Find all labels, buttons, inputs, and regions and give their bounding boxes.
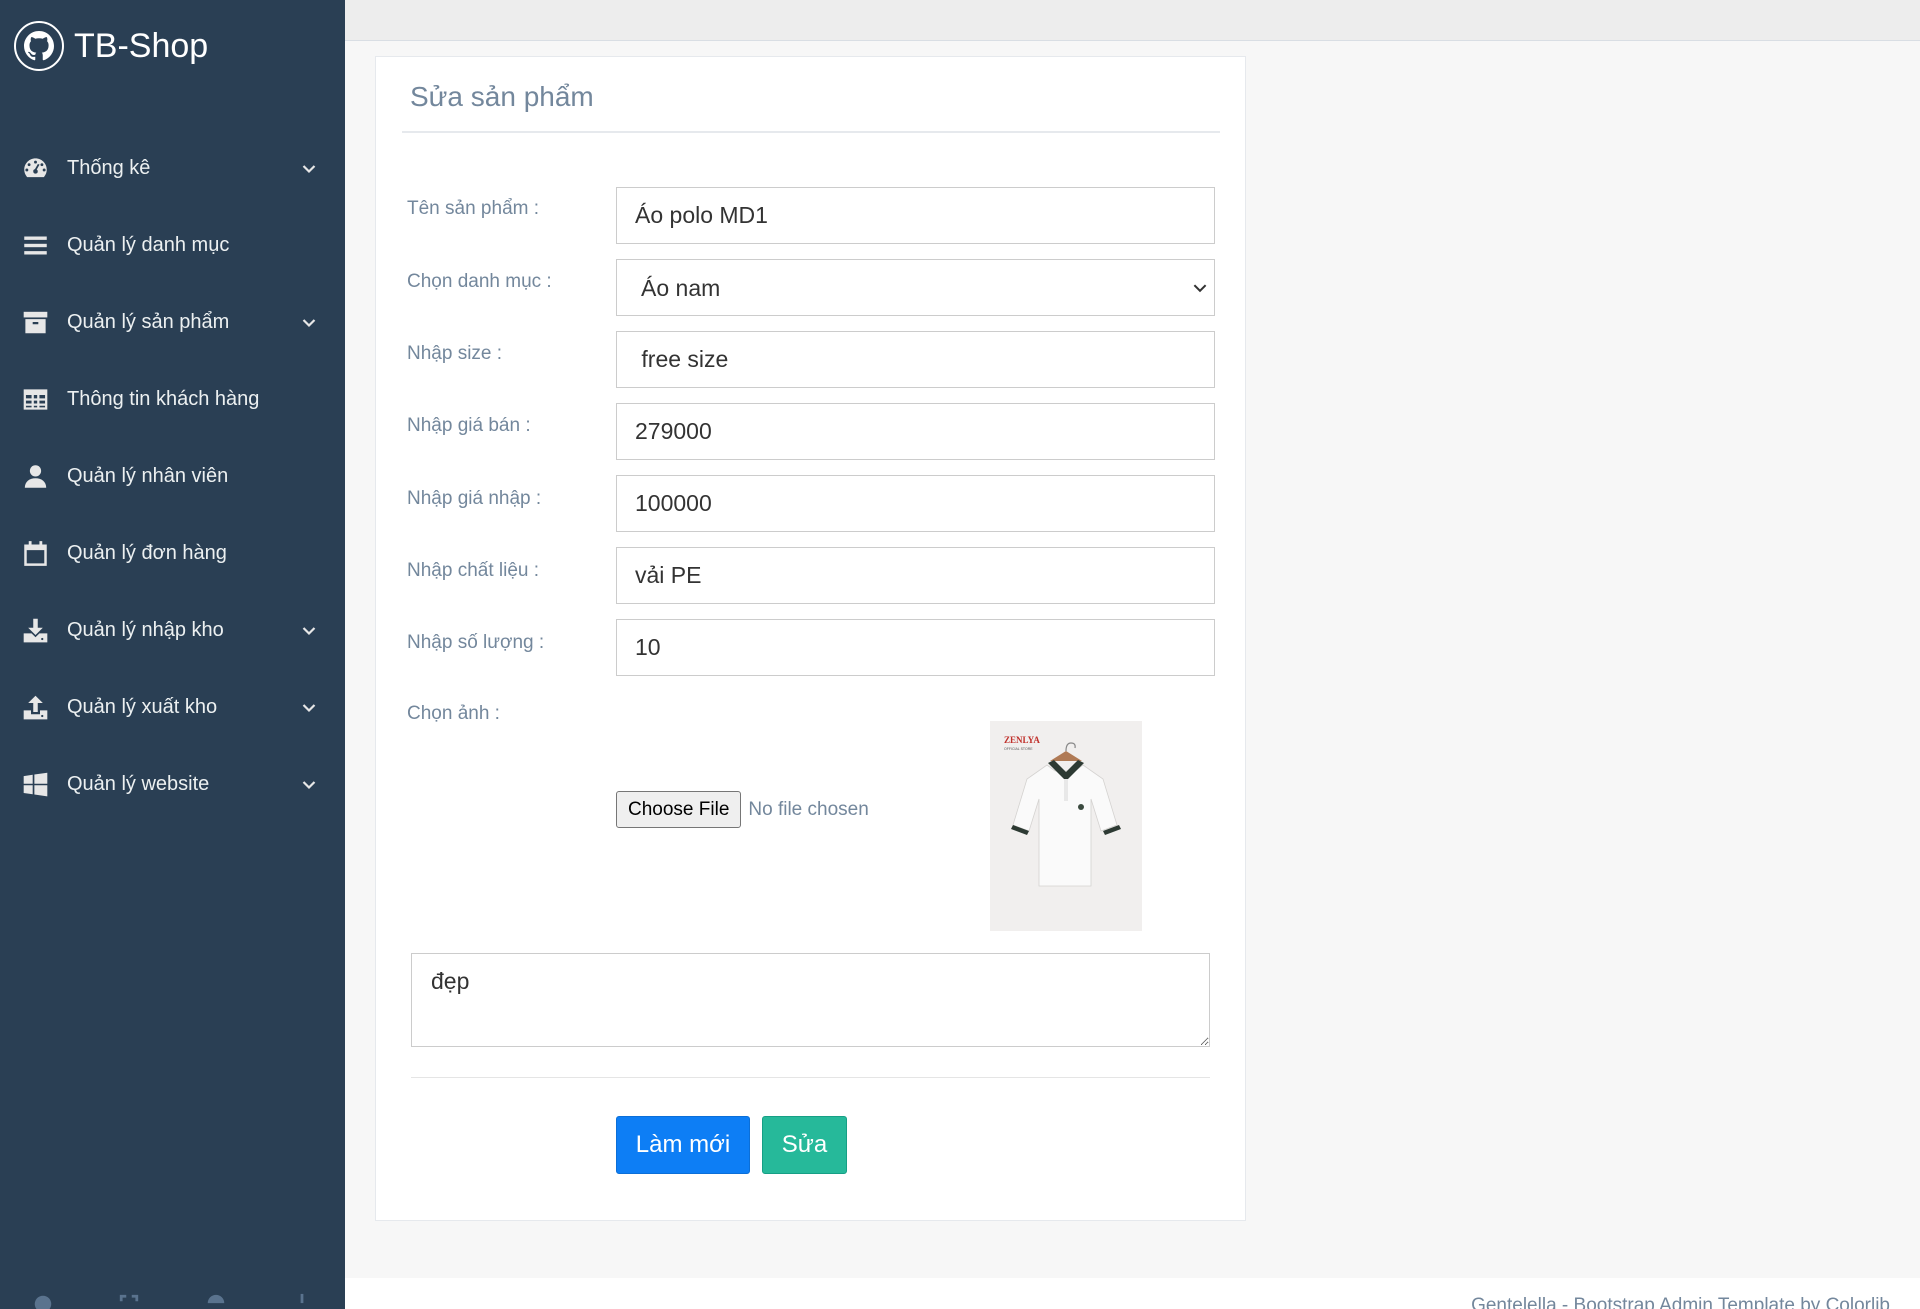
fullscreen-icon[interactable]: [86, 1287, 172, 1309]
sidebar-menu: Thống kê Quản lý danh mục Quản lý sản ph…: [0, 130, 345, 823]
category-select[interactable]: Áo nam: [616, 259, 1215, 316]
save-button[interactable]: Sửa: [762, 1116, 847, 1174]
footer: Gentelella - Bootstrap Admin Template by…: [345, 1278, 1920, 1309]
product-image-preview: ZENLYA OFFICIAL STORE: [990, 721, 1142, 931]
sidebar-item-label: Quản lý nhân viên: [67, 465, 229, 487]
sidebar-item-san-pham[interactable]: Quản lý sản phẩm: [0, 284, 345, 361]
calendar-icon: [20, 539, 50, 569]
price-label: Nhập giá bán :: [407, 415, 531, 436]
cost-input[interactable]: [616, 475, 1215, 532]
page-title: Sửa sản phẩm: [410, 81, 594, 112]
chevron-down-icon: [301, 700, 317, 716]
sidebar-footer: [0, 1287, 345, 1309]
cost-label: Nhập giá nhập :: [407, 488, 542, 509]
choose-file-button[interactable]: Choose File: [616, 791, 742, 828]
thumb-subtext: OFFICIAL STORE: [1004, 747, 1033, 751]
description-textarea[interactable]: đẹp: [411, 953, 1210, 1047]
sidebar-item-label: Quản lý nhập kho: [67, 619, 224, 641]
footer-credit[interactable]: Gentelella - Bootstrap Admin Template by…: [1471, 1295, 1890, 1309]
form-divider: [411, 1077, 1210, 1078]
brand[interactable]: TB-Shop: [14, 19, 208, 73]
material-input[interactable]: [616, 547, 1215, 604]
windows-icon: [20, 770, 50, 800]
sidebar-item-don-hang[interactable]: Quản lý đơn hàng: [0, 515, 345, 592]
user-icon: [20, 462, 50, 492]
quantity-input[interactable]: [616, 619, 1215, 676]
sidebar-item-label: Quản lý danh mục: [67, 234, 230, 256]
upload-icon: [20, 693, 50, 723]
sidebar-item-label: Quản lý website: [67, 773, 210, 795]
edit-product-panel: Sửa sản phẩm Tên sản phẩm : Chọn danh mụ…: [375, 56, 1246, 1221]
sidebar-item-label: Thông tin khách hàng: [67, 388, 260, 410]
sidebar-item-label: Thống kê: [67, 157, 151, 179]
sidebar-item-nhan-vien[interactable]: Quản lý nhân viên: [0, 438, 345, 515]
size-input[interactable]: [616, 331, 1215, 388]
chevron-down-icon: [301, 623, 317, 639]
sidebar-item-label: Quản lý xuất kho: [67, 696, 218, 718]
sidebar-item-xuat-kho[interactable]: Quản lý xuất kho: [0, 669, 345, 746]
top-nav: [345, 0, 1920, 41]
category-label: Chọn danh mục :: [407, 271, 552, 292]
name-label: Tên sản phẩm :: [407, 198, 540, 219]
github-icon: [14, 21, 64, 71]
title-divider: [402, 131, 1220, 133]
price-input[interactable]: [616, 403, 1215, 460]
brand-title: TB-Shop: [74, 26, 209, 65]
settings-icon[interactable]: [0, 1287, 86, 1309]
sidebar-item-khach-hang[interactable]: Thông tin khách hàng: [0, 361, 345, 438]
download-icon: [20, 616, 50, 646]
sidebar-item-danh-muc[interactable]: Quản lý danh mục: [0, 207, 345, 284]
file-status: No file chosen: [748, 798, 869, 820]
sidebar: TB-Shop Thống kê Quản lý danh mục Quản l…: [0, 0, 345, 1309]
chevron-down-icon: [301, 161, 317, 177]
sidebar-item-thong-ke[interactable]: Thống kê: [0, 130, 345, 207]
material-label: Nhập chất liệu :: [407, 560, 540, 581]
quantity-label: Nhập số lượng :: [407, 632, 545, 653]
reset-button[interactable]: Làm mới: [616, 1116, 750, 1174]
size-label: Nhập size :: [407, 343, 503, 364]
power-icon[interactable]: [259, 1287, 345, 1309]
table-icon: [20, 385, 50, 415]
lock-icon[interactable]: [173, 1287, 259, 1309]
dashboard-icon: [20, 154, 50, 184]
chevron-down-icon: [301, 315, 317, 331]
chevron-down-icon: [301, 777, 317, 793]
file-upload: Choose File No file chosen: [616, 791, 869, 828]
thumb-brand-text: ZENLYA: [1004, 735, 1040, 745]
product-name-input[interactable]: [616, 187, 1215, 244]
sidebar-item-nhap-kho[interactable]: Quản lý nhập kho: [0, 592, 345, 669]
sidebar-item-label: Quản lý đơn hàng: [67, 542, 227, 564]
bars-icon: [20, 231, 50, 261]
sidebar-item-website[interactable]: Quản lý website: [0, 746, 345, 823]
sidebar-item-label: Quản lý sản phẩm: [67, 311, 230, 333]
archive-icon: [20, 308, 50, 338]
image-label: Chọn ảnh :: [407, 703, 500, 724]
